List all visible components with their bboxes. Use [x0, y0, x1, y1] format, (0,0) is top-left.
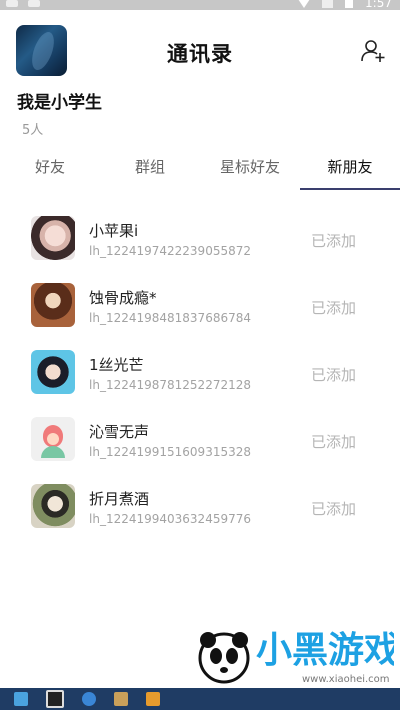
app-icon[interactable] [146, 692, 160, 706]
battery-icon [345, 0, 354, 8]
added-status: 已添加 [310, 433, 356, 451]
wifi-icon [298, 0, 311, 8]
avatar [31, 484, 75, 528]
signal-icon [322, 0, 334, 8]
list-item[interactable]: 沁雪无声 lh_1224199151609315328 已添加 [0, 406, 400, 473]
new-friends-list: 小苹果i lh_1224197422239055872 已添加 蚀骨成瘾* lh… [0, 205, 400, 540]
avatar [31, 283, 75, 327]
friend-name: 折月煮酒 [89, 490, 150, 508]
list-item[interactable]: 折月煮酒 lh_1224199403632459776 已添加 [0, 473, 400, 540]
folder-icon[interactable] [114, 692, 128, 706]
qr-icon[interactable] [46, 690, 64, 708]
list-item[interactable]: 蚀骨成瘾* lh_1224198481837686784 已添加 [0, 272, 400, 339]
added-status: 已添加 [310, 299, 356, 317]
added-status: 已添加 [310, 366, 356, 384]
friend-id: lh_1224199151609315328 [89, 445, 251, 459]
friend-id: lh_1224198781252272128 [89, 378, 251, 392]
watermark-url: www.xiaohei.com [302, 674, 390, 685]
friend-name: 小苹果i [89, 222, 139, 240]
group-name: 我是小学生 [17, 93, 102, 113]
list-item[interactable]: 小苹果i lh_1224197422239055872 已添加 [0, 205, 400, 272]
avatar [31, 350, 75, 394]
avatar-body [41, 446, 65, 458]
friend-id: lh_1224199403632459776 [89, 512, 251, 526]
watermark-logo: 小黑游戏 www.xiaohei.com [198, 630, 394, 685]
tab-groups[interactable]: 群组 [100, 148, 200, 190]
avatar [31, 216, 75, 260]
added-status: 已添加 [310, 232, 356, 250]
watermark-text: 小黑游戏 [256, 630, 394, 671]
added-status: 已添加 [310, 500, 356, 518]
tab-starred-friends[interactable]: 星标好友 [200, 148, 300, 190]
system-icons: 1:57 [298, 0, 392, 10]
friend-id: lh_1224198481837686784 [89, 311, 251, 325]
avatar [31, 417, 75, 461]
list-item[interactable]: 1丝光芒 lh_1224198781252272128 已添加 [0, 339, 400, 406]
friend-name: 蚀骨成瘾* [89, 289, 157, 307]
clock: 1:57 [365, 0, 392, 10]
page-title: 通讯录 [167, 42, 233, 66]
tab-bar: 好友 群组 星标好友 新朋友 [0, 148, 400, 190]
notification-icons [6, 0, 40, 7]
browser-icon[interactable] [82, 692, 96, 706]
friend-id: lh_1224197422239055872 [89, 244, 251, 258]
tab-new-friends[interactable]: 新朋友 [300, 148, 400, 190]
avatar-face [43, 425, 63, 447]
friend-name: 沁雪无声 [89, 423, 150, 441]
status-bar: 1:57 [0, 0, 400, 10]
member-count: 5人 [22, 123, 44, 138]
friend-name: 1丝光芒 [89, 356, 144, 374]
taskbar [0, 688, 400, 710]
header: 通讯录 [0, 10, 400, 90]
tab-friends[interactable]: 好友 [0, 148, 100, 190]
app-icon[interactable] [14, 692, 28, 706]
add-friend-icon[interactable] [360, 38, 386, 64]
